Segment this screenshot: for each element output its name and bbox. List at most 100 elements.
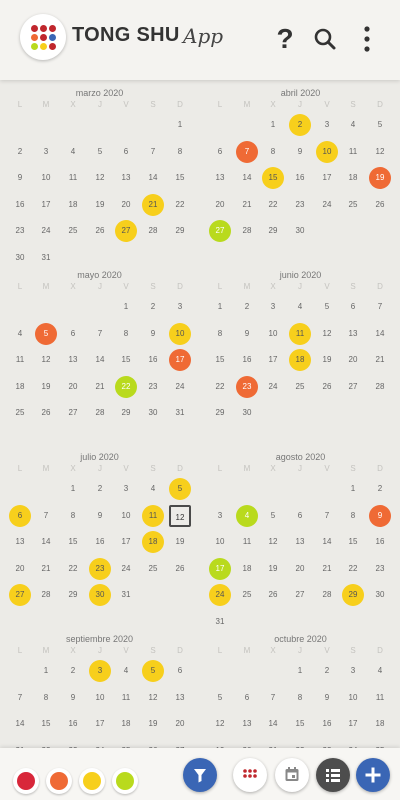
day-cell-marked[interactable]: 7 [236, 140, 258, 163]
day-cell[interactable]: 4 [342, 114, 364, 136]
day-cell[interactable]: 25 [115, 740, 137, 749]
day-cell[interactable]: 19 [169, 531, 191, 553]
year-view-button[interactable] [233, 758, 267, 792]
day-cell[interactable]: 12 [316, 323, 338, 345]
day-cell-marked[interactable]: 10 [316, 140, 338, 163]
day-cell[interactable]: 8 [209, 323, 231, 345]
day-cell[interactable]: 12 [35, 349, 57, 371]
day-cell[interactable]: 28 [316, 584, 338, 606]
day-cell[interactable]: 18 [236, 558, 258, 580]
day-cell[interactable]: 9 [89, 505, 111, 527]
day-cell-marked[interactable]: 18 [142, 531, 164, 553]
day-cell[interactable]: 2 [236, 296, 258, 318]
day-cell[interactable]: 25 [62, 220, 84, 242]
day-cell[interactable]: 23 [289, 194, 311, 216]
day-cell[interactable]: 7 [89, 323, 111, 345]
day-cell[interactable]: 19 [262, 558, 284, 580]
day-cell[interactable]: 30 [236, 402, 258, 424]
day-cell[interactable]: 5 [262, 505, 284, 527]
day-cell-marked[interactable]: 24 [209, 584, 231, 606]
day-cell[interactable]: 7 [369, 296, 391, 318]
day-cell[interactable]: 8 [62, 505, 84, 527]
day-cell[interactable]: 26 [35, 402, 57, 424]
day-cell[interactable]: 29 [115, 402, 137, 424]
day-cell[interactable]: 25 [289, 376, 311, 398]
day-cell[interactable]: 19 [89, 194, 111, 216]
day-cell[interactable]: 25 [142, 558, 164, 580]
day-cell[interactable]: 17 [89, 713, 111, 735]
day-cell[interactable]: 21 [316, 558, 338, 580]
day-cell[interactable]: 5 [316, 296, 338, 318]
day-cell[interactable]: 16 [142, 349, 164, 371]
day-cell[interactable]: 13 [209, 167, 231, 189]
day-cell-today[interactable]: 12 [169, 504, 191, 527]
day-cell[interactable]: 11 [9, 349, 31, 371]
day-cell[interactable]: 1 [262, 114, 284, 136]
day-cell-marked[interactable]: 10 [169, 322, 191, 345]
day-cell[interactable]: 15 [62, 531, 84, 553]
day-cell-marked[interactable]: 29 [342, 584, 364, 606]
day-cell[interactable]: 12 [369, 141, 391, 163]
day-cell[interactable]: 20 [236, 740, 258, 749]
day-cell[interactable]: 10 [89, 687, 111, 709]
day-cell[interactable]: 20 [9, 558, 31, 580]
day-cell[interactable]: 11 [342, 141, 364, 163]
day-cell[interactable]: 20 [342, 349, 364, 371]
day-cell[interactable]: 11 [115, 687, 137, 709]
day-cell-marked[interactable]: 19 [369, 167, 391, 189]
day-cell[interactable]: 27 [342, 376, 364, 398]
day-cell[interactable]: 13 [169, 687, 191, 709]
day-cell-marked[interactable]: 17 [169, 349, 191, 371]
day-cell[interactable]: 14 [9, 713, 31, 735]
day-cell[interactable]: 3 [342, 660, 364, 682]
more-vertical-icon[interactable] [352, 22, 382, 56]
day-cell[interactable]: 10 [115, 505, 137, 527]
day-cell-marked[interactable]: 2 [289, 114, 311, 136]
day-cell[interactable]: 22 [169, 194, 191, 216]
day-cell[interactable]: 2 [316, 660, 338, 682]
day-cell[interactable]: 3 [316, 114, 338, 136]
day-cell[interactable]: 23 [62, 740, 84, 749]
day-cell[interactable]: 3 [169, 296, 191, 318]
day-cell[interactable]: 18 [9, 376, 31, 398]
day-cell[interactable]: 4 [142, 478, 164, 500]
add-button[interactable] [356, 758, 390, 792]
day-cell[interactable]: 4 [289, 296, 311, 318]
day-cell-marked[interactable]: 11 [289, 322, 311, 345]
day-cell[interactable]: 21 [9, 740, 31, 749]
day-cell[interactable]: 17 [35, 194, 57, 216]
day-cell[interactable]: 2 [62, 660, 84, 682]
day-cell[interactable]: 3 [115, 478, 137, 500]
day-cell-marked[interactable]: 4 [236, 504, 258, 527]
day-cell[interactable]: 20 [115, 194, 137, 216]
day-cell-marked[interactable]: 18 [289, 349, 311, 371]
day-cell[interactable]: 24 [35, 220, 57, 242]
day-cell[interactable]: 14 [369, 323, 391, 345]
day-cell[interactable]: 16 [62, 713, 84, 735]
day-cell[interactable]: 12 [262, 531, 284, 553]
day-cell[interactable]: 21 [262, 740, 284, 749]
day-cell[interactable]: 8 [115, 323, 137, 345]
day-cell[interactable]: 13 [236, 713, 258, 735]
day-cell[interactable]: 26 [142, 740, 164, 749]
day-cell[interactable]: 18 [342, 167, 364, 189]
day-cell-marked[interactable]: 23 [89, 557, 111, 580]
day-cell-marked[interactable]: 27 [9, 584, 31, 606]
day-cell[interactable]: 24 [89, 740, 111, 749]
day-cell-marked[interactable]: 23 [236, 375, 258, 398]
day-cell[interactable]: 27 [169, 740, 191, 749]
day-cell[interactable]: 4 [115, 660, 137, 682]
day-cell[interactable]: 16 [9, 194, 31, 216]
day-cell[interactable]: 15 [289, 713, 311, 735]
day-cell[interactable]: 15 [169, 167, 191, 189]
day-cell[interactable]: 16 [369, 531, 391, 553]
day-cell[interactable]: 28 [369, 376, 391, 398]
day-cell[interactable]: 6 [289, 505, 311, 527]
day-cell[interactable]: 18 [115, 713, 137, 735]
day-cell[interactable]: 24 [342, 740, 364, 749]
day-cell[interactable]: 18 [62, 194, 84, 216]
day-cell-marked[interactable]: 11 [142, 504, 164, 527]
day-cell[interactable]: 10 [35, 167, 57, 189]
day-cell[interactable]: 6 [236, 687, 258, 709]
day-cell[interactable]: 17 [342, 713, 364, 735]
